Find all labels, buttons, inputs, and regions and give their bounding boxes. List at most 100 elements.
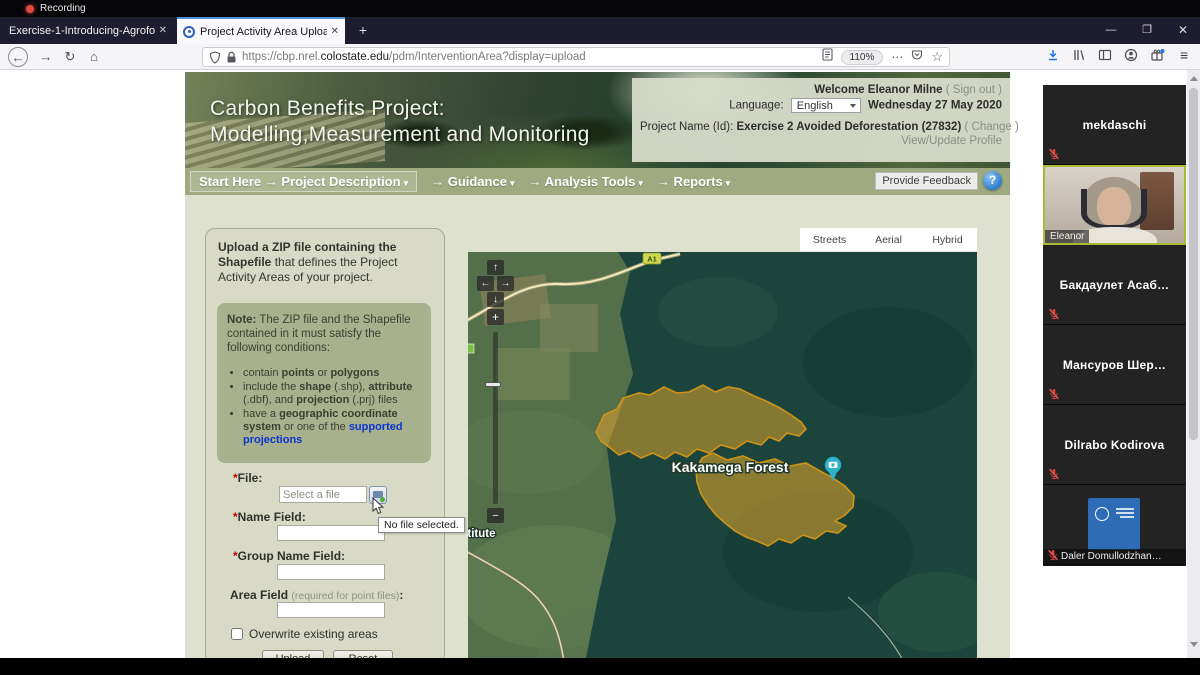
- nav-item-project-description[interactable]: Start Here → Project Description▾: [190, 171, 417, 192]
- library-icon[interactable]: [1072, 48, 1086, 62]
- map-zoom-slider-track[interactable]: [493, 332, 498, 504]
- language-label: Language:: [729, 100, 783, 112]
- nav-item-analysis-tools[interactable]: → Analysis Tools▾: [528, 174, 642, 189]
- participant-name-row: Daler Domullodzhan…: [1043, 549, 1186, 564]
- help-icon[interactable]: ?: [983, 171, 1002, 190]
- mic-off-icon: [1048, 148, 1060, 160]
- tab-close-icon[interactable]: ✕: [159, 25, 167, 36]
- participant-tile[interactable]: Бакдаулет Асаб…: [1043, 245, 1186, 325]
- mic-off-icon: [1047, 549, 1059, 561]
- account-box: Welcome Eleanor Milne ( Sign out ) Langu…: [632, 78, 1010, 162]
- condition-item: contain points or polygons: [243, 367, 421, 380]
- participant-name: Бакдаулет Асаб…: [1043, 278, 1186, 292]
- participant-name: Eleanor: [1045, 230, 1089, 243]
- participant-tile[interactable]: Мансуров Шер…: [1043, 325, 1186, 405]
- overwrite-checkbox[interactable]: [231, 628, 243, 640]
- menu-hamburger-icon[interactable]: ≡: [1180, 47, 1188, 63]
- map-zoom-slider-handle[interactable]: [485, 382, 501, 387]
- forward-button[interactable]: →: [36, 47, 56, 67]
- tab-exercise-1[interactable]: Exercise-1-Introducing-Agroforestr ✕: [3, 17, 173, 44]
- bottom-black-bar: [0, 658, 1200, 675]
- zoom-level-indicator[interactable]: 110%: [841, 50, 884, 65]
- provide-feedback-button[interactable]: Provide Feedback: [875, 172, 978, 190]
- map-zoom-in-button[interactable]: +: [487, 309, 504, 325]
- participant-tile[interactable]: Dilrabo Kodirova: [1043, 405, 1186, 485]
- participant-tile-video[interactable]: Eleanor: [1043, 165, 1186, 245]
- new-tab-button[interactable]: +: [352, 20, 374, 42]
- chevron-down-icon: ▾: [726, 178, 731, 188]
- sign-out-link[interactable]: ( Sign out ): [946, 84, 1002, 96]
- downloads-icon[interactable]: [1046, 48, 1060, 62]
- recording-label: Recording: [40, 3, 86, 14]
- back-button[interactable]: ←: [8, 47, 28, 67]
- browser-toolbar: ← → ↻ ⌂ https://cbp.nrel.colostate.edu/p…: [0, 44, 1200, 70]
- url-text[interactable]: https://cbp.nrel.colostate.edu/pdm/Inter…: [242, 51, 816, 63]
- overwrite-label: Overwrite existing areas: [249, 627, 378, 641]
- nav-item-reports[interactable]: → Reports▾: [657, 174, 730, 189]
- language-select[interactable]: English: [791, 98, 861, 113]
- condition-item[interactable]: have a geographic coordinate system or o…: [243, 408, 421, 447]
- pocket-icon[interactable]: [911, 48, 923, 66]
- map-pan-left-button[interactable]: ←: [477, 276, 494, 291]
- fao-logo-avatar: [1088, 498, 1140, 550]
- map-zoom-out-button[interactable]: –: [487, 508, 504, 523]
- page-actions-icon[interactable]: ⋯: [891, 50, 903, 64]
- scrollbar-thumb[interactable]: [1189, 88, 1198, 440]
- tab-title: Project Activity Area Upload -: [200, 26, 327, 38]
- map-pan-up-button[interactable]: ↑: [487, 260, 504, 275]
- area-field-input[interactable]: [277, 602, 385, 618]
- basemap-switcher: Streets Aerial Hybrid: [800, 228, 977, 252]
- area-field-label: Area Field (required for point files):: [230, 588, 403, 602]
- name-field-input[interactable]: [277, 525, 385, 541]
- current-date: Wednesday 27 May 2020: [868, 100, 1002, 112]
- change-project-link[interactable]: ( Change ): [965, 121, 1019, 133]
- scroll-up-arrow-icon[interactable]: [1190, 76, 1198, 81]
- nav-item-guidance[interactable]: → Guidance▾: [431, 174, 514, 189]
- home-button[interactable]: ⌂: [84, 47, 104, 67]
- view-update-profile-link[interactable]: View/Update Profile: [901, 135, 1002, 147]
- bookmark-star-icon[interactable]: ☆: [931, 49, 943, 65]
- mouse-cursor: [372, 497, 384, 515]
- meeting-participants-panel: mekdaschi Eleanor Бакдаулет Асаб… Мансур…: [1043, 85, 1186, 566]
- tab-close-icon[interactable]: ✕: [331, 26, 339, 37]
- participant-name: Daler Domullodzhan…: [1061, 551, 1162, 562]
- map-pan-down-button[interactable]: ↓: [487, 292, 504, 307]
- file-label: *File:: [233, 471, 262, 485]
- main-nav: Start Here → Project Description▾ → Guid…: [185, 168, 1010, 195]
- scroll-down-arrow-icon[interactable]: [1190, 642, 1198, 647]
- file-input[interactable]: [279, 486, 367, 503]
- project-name-label: Project Name (Id):: [640, 121, 733, 133]
- headphones: [1081, 189, 1147, 229]
- participant-name: Dilrabo Kodirova: [1043, 438, 1186, 452]
- account-icon[interactable]: [1124, 48, 1138, 62]
- mic-off-icon: [1048, 308, 1060, 320]
- padlock-icon[interactable]: [226, 51, 237, 64]
- map-pan-right-button[interactable]: →: [497, 276, 514, 291]
- layer-streets-button[interactable]: Streets: [800, 228, 859, 251]
- window-minimize-button[interactable]: —: [1094, 17, 1128, 44]
- layer-hybrid-button[interactable]: Hybrid: [918, 228, 977, 251]
- condition-item: include the shape (.shp), attribute (.db…: [243, 381, 421, 407]
- layer-aerial-button[interactable]: Aerial: [859, 228, 918, 251]
- sidebars-icon[interactable]: [1098, 48, 1112, 62]
- window-close-button[interactable]: ✕: [1166, 17, 1200, 44]
- chevron-down-icon: ▾: [638, 178, 643, 188]
- chevron-down-icon: ▾: [510, 178, 515, 188]
- map-canvas[interactable]: A1 Kakamega Forest stitute ↑ ← → ↓ + –: [468, 252, 977, 658]
- tab-project-activity-area-upload[interactable]: Project Activity Area Upload - ✕: [177, 17, 345, 44]
- screen: Recording Exercise-1-Introducing-Agrofor…: [0, 0, 1200, 675]
- map-place-label-partial: stitute: [468, 528, 496, 540]
- window-restore-button[interactable]: ❐: [1130, 17, 1164, 44]
- page-scrollbar[interactable]: [1187, 70, 1200, 658]
- tracking-shield-icon[interactable]: [209, 51, 221, 64]
- participant-tile-avatar[interactable]: Daler Domullodzhan…: [1043, 485, 1186, 565]
- participant-tile[interactable]: mekdaschi: [1043, 85, 1186, 165]
- reload-button[interactable]: ↻: [60, 47, 80, 67]
- group-name-field-input[interactable]: [277, 564, 385, 580]
- url-bar[interactable]: https://cbp.nrel.colostate.edu/pdm/Inter…: [202, 47, 950, 67]
- tab-title: Exercise-1-Introducing-Agroforestr: [9, 25, 155, 37]
- reader-mode-icon[interactable]: [822, 48, 833, 66]
- overwrite-row: Overwrite existing areas: [231, 627, 378, 641]
- note-text: Note: The ZIP file and the Shapefile con…: [227, 313, 421, 355]
- whats-new-gift-icon[interactable]: [1150, 48, 1165, 62]
